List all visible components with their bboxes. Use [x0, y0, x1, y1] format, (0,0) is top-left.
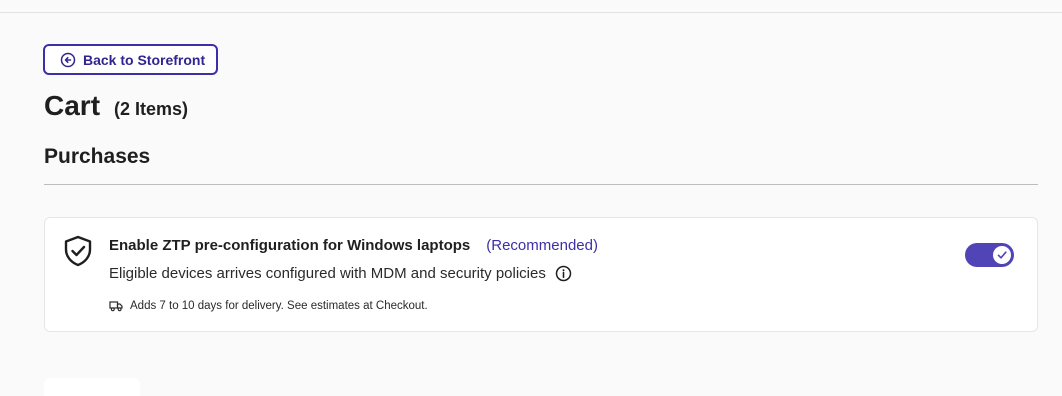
page-title: Cart: [44, 90, 101, 121]
check-icon: [997, 251, 1007, 259]
truck-icon: [109, 301, 123, 312]
section-divider: [44, 184, 1038, 185]
back-to-storefront-button[interactable]: Back to Storefront: [43, 44, 218, 75]
ztp-option-card: Enable ZTP pre-configuration for Windows…: [44, 217, 1038, 332]
shield-check-icon: [64, 235, 92, 267]
delivery-note: Adds 7 to 10 days for delivery. See esti…: [130, 300, 428, 312]
card-title-row: Enable ZTP pre-configuration for Windows…: [109, 237, 598, 254]
cart-header: Cart (2 Items): [44, 90, 188, 122]
card-description-row: Eligible devices arrives configured with…: [109, 265, 572, 282]
cart-item-count: (2 Items): [114, 99, 189, 119]
arrow-left-circle-icon: [60, 52, 76, 67]
ztp-title: Enable ZTP pre-configuration for Windows…: [109, 237, 471, 254]
back-button-label: Back to Storefront: [83, 51, 206, 68]
purchases-heading: Purchases: [44, 145, 151, 168]
partial-card: [44, 378, 140, 396]
info-icon[interactable]: [555, 265, 572, 282]
recommended-label: (Recommended): [486, 237, 598, 254]
toggle-knob: [993, 246, 1011, 264]
delivery-note-row: Adds 7 to 10 days for delivery. See esti…: [109, 300, 428, 312]
ztp-toggle[interactable]: [965, 243, 1014, 267]
ztp-description: Eligible devices arrives configured with…: [109, 265, 546, 282]
top-divider: [0, 12, 1062, 13]
